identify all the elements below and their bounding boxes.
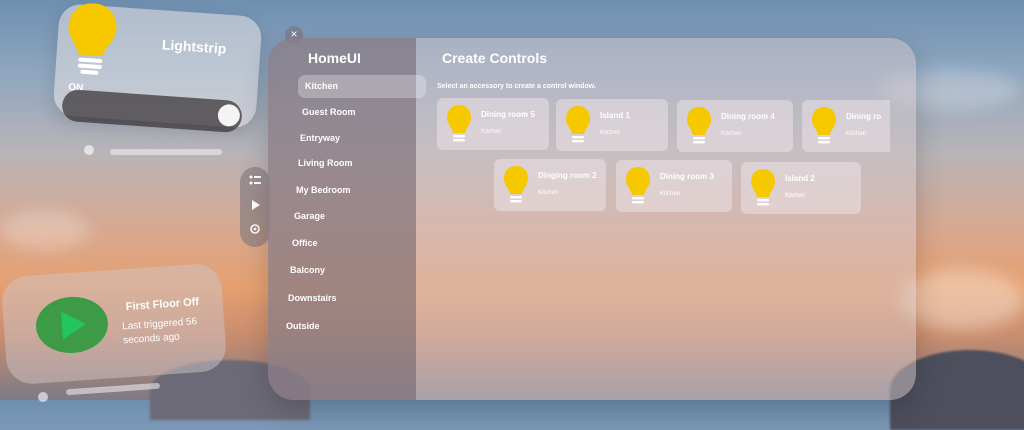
accessory-card[interactable]: Dining room 4 Kitchen: [677, 100, 793, 152]
sidebar-item-garage[interactable]: Garage: [287, 205, 415, 228]
accessory-card[interactable]: Dining ro Kitchen: [802, 100, 890, 152]
lightbulb-icon: [566, 106, 590, 143]
list-icon[interactable]: [247, 173, 263, 189]
card-room: Kitchen: [660, 191, 681, 197]
cloud: [0, 210, 90, 250]
lightbulb-icon: [447, 105, 471, 142]
lightstrip-title: Lightstrip: [161, 36, 227, 57]
accessory-card[interactable]: Island 1 Kitchen: [556, 99, 668, 151]
card-name: Dining room 5: [481, 110, 535, 119]
window-grab-bar[interactable]: [65, 382, 161, 396]
card-name: Dining room 3: [660, 172, 714, 181]
card-name: Dining ro: [846, 112, 882, 121]
sidebar-item-downstairs[interactable]: Downstairs: [281, 287, 409, 310]
accessory-card[interactable]: Dining room 3 Kitchen: [616, 160, 732, 212]
gear-icon[interactable]: [247, 223, 263, 239]
card-room: Kitchen: [481, 129, 502, 135]
lightbulb-icon: [687, 107, 711, 144]
sidebar-item-kitchen[interactable]: Kitchen: [298, 75, 426, 98]
sidebar-item-living-room[interactable]: Living Room: [291, 152, 419, 175]
card-room: Kitchen: [846, 131, 867, 137]
scene-widget[interactable]: First Floor Off Last triggered 56 second…: [0, 262, 228, 386]
play-button[interactable]: [34, 294, 110, 356]
sidebar-item-my-bedroom[interactable]: My Bedroom: [289, 179, 417, 202]
sidebar-item-balcony[interactable]: Balcony: [283, 259, 411, 282]
window-dot[interactable]: [84, 145, 94, 155]
app-title: HomeUI: [308, 50, 361, 66]
ornament-toolbar: [240, 167, 270, 247]
content-title: Create Controls: [442, 50, 548, 66]
cloud: [900, 270, 1024, 330]
window-dot[interactable]: [38, 392, 48, 402]
card-room: Kitchen: [721, 131, 742, 137]
lightbulb-icon: [626, 167, 650, 204]
accessory-card[interactable]: Dinging room 2 Kitchen: [494, 159, 606, 211]
homeui-window: HomeUI Kitchen Guest Room Entryway Livin…: [268, 38, 916, 400]
card-room: Kitchen: [538, 190, 559, 196]
lightbulb-icon: [751, 169, 775, 206]
play-icon[interactable]: [247, 199, 263, 215]
sidebar-item-entryway[interactable]: Entryway: [293, 127, 421, 150]
slider-knob[interactable]: [217, 103, 241, 128]
lightbulb-icon: [812, 107, 836, 144]
sidebar: HomeUI Kitchen Guest Room Entryway Livin…: [268, 38, 426, 400]
window-grab-bar[interactable]: [110, 149, 222, 155]
lightbulb-icon: [68, 3, 117, 75]
card-room: Kitchen: [785, 193, 806, 199]
card-name: Island 2: [785, 174, 815, 183]
sidebar-item-guest-room[interactable]: Guest Room: [295, 101, 423, 124]
scene-title: First Floor Off: [125, 296, 200, 314]
card-name: Dinging room 2: [538, 171, 597, 180]
accessory-card[interactable]: Dining room 5 Kitchen: [437, 98, 549, 150]
card-room: Kitchen: [600, 130, 621, 136]
sidebar-item-office[interactable]: Office: [285, 232, 413, 255]
accessory-card[interactable]: Island 2 Kitchen: [741, 162, 861, 214]
sidebar-item-outside[interactable]: Outside: [279, 315, 407, 338]
lightbulb-icon: [504, 166, 528, 203]
card-name: Island 1: [600, 111, 630, 120]
scene-last-triggered: Last triggered 56 seconds ago: [121, 316, 198, 347]
content-subtitle: Select an accessory to create a control …: [437, 83, 596, 90]
card-name: Dining room 4: [721, 112, 775, 121]
play-icon: [61, 311, 86, 340]
